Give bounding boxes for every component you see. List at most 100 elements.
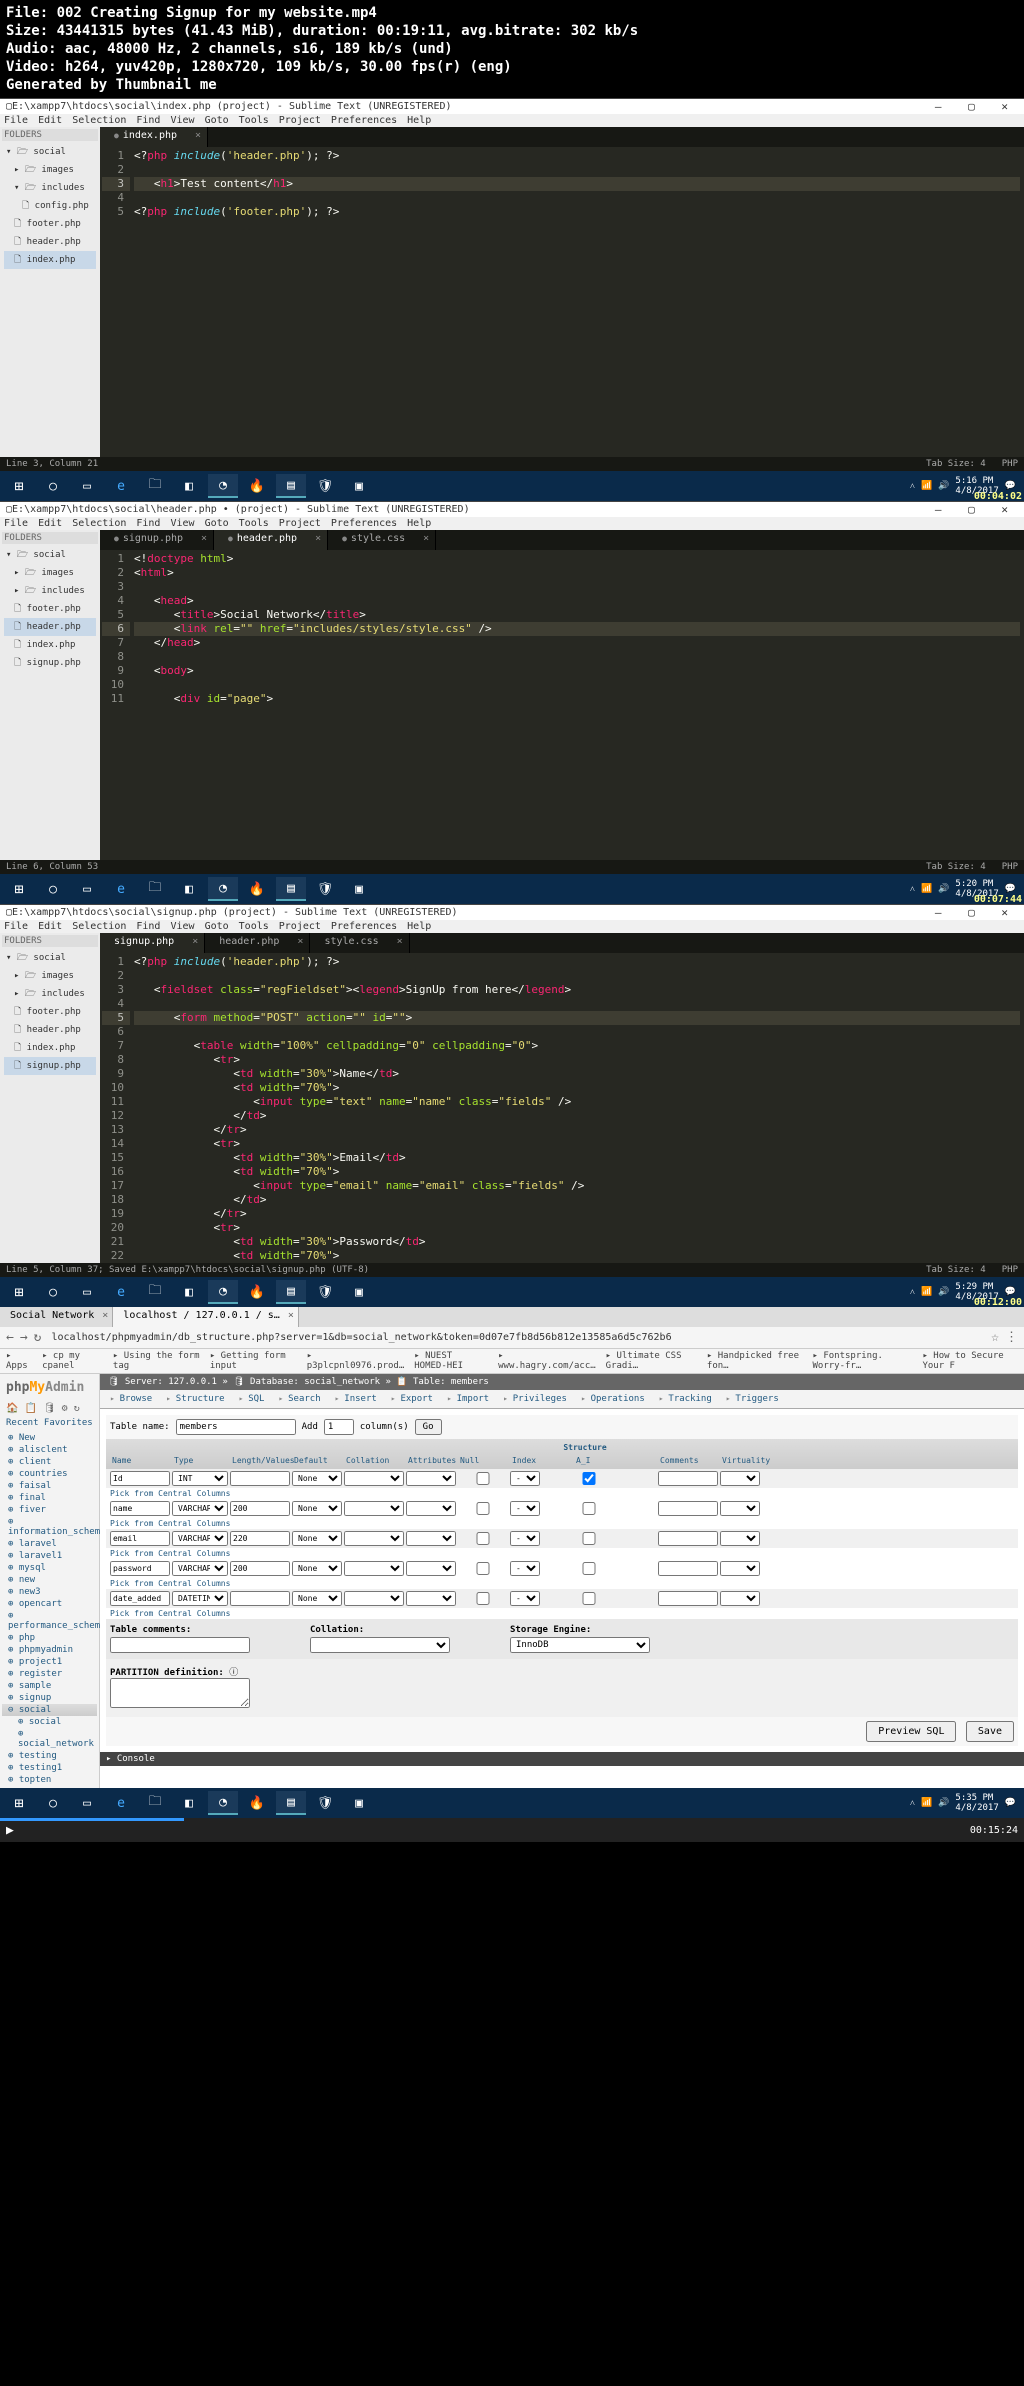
tab-index-php[interactable]: index.php bbox=[100, 127, 208, 147]
columns-input[interactable] bbox=[324, 1419, 354, 1435]
menu-view[interactable]: View bbox=[170, 518, 194, 529]
tree-item[interactable]: ▾ 🗁 social bbox=[4, 143, 96, 161]
bookmark[interactable]: ▸ Fontspring. Worry-fr… bbox=[813, 1351, 913, 1371]
back-icon[interactable]: ← bbox=[6, 1330, 14, 1345]
col-collation-select[interactable] bbox=[344, 1471, 404, 1486]
taskbar[interactable]: ⊞○ ▭e 🗀◧ ◔🔥 ▤🛡 ▣ ˄📶🔊 5:35 PM4/8/2017💬 bbox=[0, 1788, 1024, 1818]
db-item[interactable]: ⊕ php bbox=[2, 1632, 97, 1644]
bookmark[interactable]: ▸ NUEST HOMED-HEI bbox=[414, 1351, 488, 1371]
menu-goto[interactable]: Goto bbox=[205, 115, 229, 126]
tab-style-css[interactable]: style.css bbox=[310, 933, 409, 953]
reload-icon[interactable]: ↻ bbox=[34, 1330, 42, 1345]
db-item[interactable]: ⊕ alisclent bbox=[2, 1444, 97, 1456]
col-virtuality-select[interactable] bbox=[720, 1591, 760, 1606]
col-type-select[interactable]: DATETIME bbox=[172, 1591, 228, 1606]
tree-item[interactable]: 🗋 footer.php bbox=[4, 600, 96, 618]
col-null-checkbox[interactable] bbox=[458, 1592, 508, 1605]
col-virtuality-select[interactable] bbox=[720, 1471, 760, 1486]
col-virtuality-select[interactable] bbox=[720, 1501, 760, 1516]
pma-tab-privileges[interactable]: Privileges bbox=[497, 1392, 573, 1406]
taskbar[interactable]: ⊞○ ▭e 🗀◧ ◔🔥 ▤🛡 ▣ ˄📶🔊 5:29 PM4/8/2017💬 00… bbox=[0, 1277, 1024, 1307]
bookmark[interactable]: ▸ p3plcpnl0976.prod… bbox=[307, 1351, 405, 1371]
menu-preferences[interactable]: Preferences bbox=[331, 921, 397, 932]
col-attr-select[interactable] bbox=[406, 1531, 456, 1546]
col-collation-select[interactable] bbox=[344, 1561, 404, 1576]
menu-view[interactable]: View bbox=[170, 921, 194, 932]
tab-signup-php[interactable]: signup.php bbox=[100, 933, 205, 953]
bookmark[interactable]: ▸ www.hagry.com/acc… bbox=[498, 1351, 596, 1371]
db-item[interactable]: ⊕ New bbox=[2, 1432, 97, 1444]
menu-goto[interactable]: Goto bbox=[205, 921, 229, 932]
menu-file[interactable]: File bbox=[4, 518, 28, 529]
tabs[interactable]: index.php bbox=[100, 127, 1024, 147]
col-null-checkbox[interactable] bbox=[458, 1562, 508, 1575]
db-item[interactable]: ⊕ new bbox=[2, 1574, 97, 1586]
menu-file[interactable]: File bbox=[4, 115, 28, 126]
col-comments-input[interactable] bbox=[658, 1591, 718, 1606]
col-name-input[interactable] bbox=[110, 1591, 170, 1606]
save-button[interactable]: Save bbox=[966, 1721, 1014, 1742]
col-index-select[interactable]: --- bbox=[510, 1471, 540, 1486]
menu-selection[interactable]: Selection bbox=[72, 518, 126, 529]
col-default-select[interactable]: None bbox=[292, 1471, 342, 1486]
db-item[interactable]: ⊕ performance_schema bbox=[2, 1610, 97, 1632]
bookmark[interactable]: ▸ Ultimate CSS Gradi… bbox=[606, 1351, 697, 1371]
tree-item[interactable]: 🗋 signup.php bbox=[4, 654, 96, 672]
db-item[interactable]: ⊕ project1 bbox=[2, 1656, 97, 1668]
col-collation-select[interactable] bbox=[344, 1591, 404, 1606]
col-type-select[interactable]: VARCHAR bbox=[172, 1531, 228, 1546]
pick-central-link[interactable]: Pick from Central Columns bbox=[106, 1608, 1018, 1619]
db-item[interactable]: ⊕ phpmyadmin bbox=[2, 1644, 97, 1656]
col-comments-input[interactable] bbox=[658, 1531, 718, 1546]
tree-item[interactable]: ▸ 🗁 images bbox=[4, 967, 96, 985]
pma-tab-operations[interactable]: Operations bbox=[575, 1392, 651, 1406]
col-collation-select[interactable] bbox=[344, 1501, 404, 1516]
db-item[interactable]: ⊕ register bbox=[2, 1668, 97, 1680]
pick-central-link[interactable]: Pick from Central Columns bbox=[106, 1548, 1018, 1559]
menu-selection[interactable]: Selection bbox=[72, 921, 126, 932]
tree-item[interactable]: 🗋 index.php bbox=[4, 636, 96, 654]
pma-tabs[interactable]: BrowseStructureSQLSearchInsertExportImpo… bbox=[100, 1390, 1024, 1409]
taskview-icon[interactable]: ▭ bbox=[72, 474, 102, 498]
pma-tab-search[interactable]: Search bbox=[272, 1392, 326, 1406]
bookmark[interactable]: ▸ Using the form tag bbox=[113, 1351, 200, 1371]
col-index-select[interactable]: --- bbox=[510, 1531, 540, 1546]
col-ai-checkbox[interactable] bbox=[574, 1472, 604, 1485]
db-item[interactable]: ⊕ fiver bbox=[2, 1504, 97, 1516]
tab-signup-php[interactable]: signup.php bbox=[100, 530, 214, 550]
tree-item[interactable]: 🗋 header.php bbox=[4, 233, 96, 251]
col-ai-checkbox[interactable] bbox=[574, 1532, 604, 1545]
pma-tab-tracking[interactable]: Tracking bbox=[653, 1392, 718, 1406]
bookmark[interactable]: ▸ Apps bbox=[6, 1351, 32, 1371]
col-index-select[interactable]: --- bbox=[510, 1501, 540, 1516]
col-length-input[interactable] bbox=[230, 1591, 290, 1606]
menu-tools[interactable]: Tools bbox=[239, 921, 269, 932]
forward-icon[interactable]: → bbox=[20, 1330, 28, 1345]
pma-tab-browse[interactable]: Browse bbox=[104, 1392, 158, 1406]
tree-item[interactable]: ▸ 🗁 images bbox=[4, 161, 96, 179]
col-length-input[interactable] bbox=[230, 1561, 290, 1576]
menu-project[interactable]: Project bbox=[279, 921, 321, 932]
pma-tab-sql[interactable]: SQL bbox=[233, 1392, 271, 1406]
col-null-checkbox[interactable] bbox=[458, 1502, 508, 1515]
menu-edit[interactable]: Edit bbox=[38, 518, 62, 529]
tab-header-php[interactable]: header.php bbox=[205, 933, 310, 953]
window-controls[interactable]: — ▢ ✕ bbox=[935, 100, 1018, 113]
col-name-input[interactable] bbox=[110, 1561, 170, 1576]
go-button[interactable]: Go bbox=[415, 1419, 442, 1435]
db-item[interactable]: ⊕ opencart bbox=[2, 1598, 97, 1610]
cortana-icon[interactable]: ○ bbox=[38, 474, 68, 498]
pick-central-link[interactable]: Pick from Central Columns bbox=[106, 1488, 1018, 1499]
col-ai-checkbox[interactable] bbox=[574, 1502, 604, 1515]
bookmark[interactable]: ▸ Handpicked free fon… bbox=[707, 1351, 803, 1371]
pick-central-link[interactable]: Pick from Central Columns bbox=[106, 1518, 1018, 1529]
menu-find[interactable]: Find bbox=[136, 518, 160, 529]
col-virtuality-select[interactable] bbox=[720, 1561, 760, 1576]
pma-console[interactable]: ▸ Console bbox=[100, 1752, 1024, 1766]
tree-item[interactable]: ▾ 🗁 includes bbox=[4, 179, 96, 197]
pma-tab-insert[interactable]: Insert bbox=[329, 1392, 383, 1406]
sidebar[interactable]: FOLDERS ▾ 🗁 social▸ 🗁 images▾ 🗁 includes… bbox=[0, 127, 100, 457]
col-virtuality-select[interactable] bbox=[720, 1531, 760, 1546]
pma-sidebar[interactable]: phpMyAdmin 🏠 📋 🛢 ⚙ ↻ Recent Favorites ⊕ … bbox=[0, 1374, 100, 1788]
storage-engine-select[interactable]: InnoDB bbox=[510, 1637, 650, 1653]
